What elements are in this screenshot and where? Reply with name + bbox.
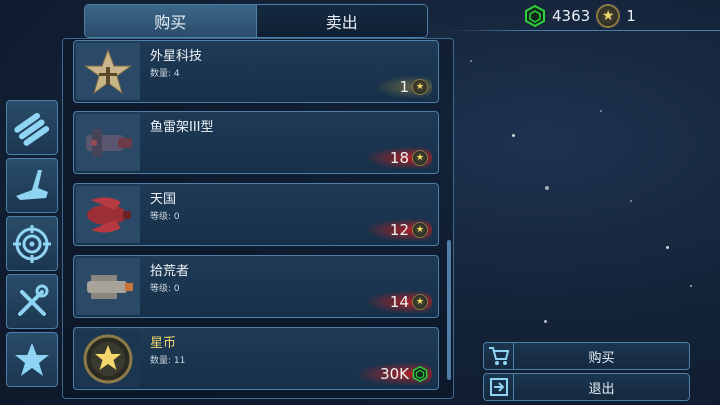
list-item[interactable]: 星币 数量: 11 30K (73, 327, 439, 390)
list-item[interactable]: 外星科技 数量: 4 1 ★ (73, 40, 439, 103)
star-coin-icon (76, 330, 140, 387)
category-targeting[interactable] (6, 216, 58, 271)
price-value: 30K (380, 365, 409, 383)
torpedo-launcher-icon (76, 114, 140, 171)
gem-count: 4363 (552, 7, 591, 25)
price-value: 14 (389, 293, 409, 311)
category-stars[interactable] (6, 332, 58, 387)
currency-display: 4363 ★ 1 (524, 4, 636, 28)
item-price: 18 ★ (367, 147, 432, 169)
star-count: 1 (626, 7, 636, 25)
gem-icon (412, 366, 428, 382)
price-value: 12 (389, 221, 409, 239)
item-price: 12 ★ (367, 219, 432, 241)
buy-button[interactable]: 购买 (483, 342, 690, 370)
category-tools[interactable] (6, 274, 58, 329)
item-name: 天国 (150, 192, 177, 207)
target-icon (13, 224, 51, 263)
list-item[interactable]: 拾荒者 等级: 0 14 ★ (73, 255, 439, 318)
exit-button-label: 退出 (588, 381, 615, 397)
item-name: 鱼雷架III型 (150, 120, 214, 135)
star-coin-icon: ★ (412, 79, 428, 95)
header-divider (448, 30, 720, 31)
item-name: 外星科技 (150, 49, 203, 64)
item-detail: 数量: 11 (150, 356, 186, 366)
star-coin-icon: ★ (412, 222, 428, 238)
red-ship-icon (76, 186, 140, 243)
cart-icon (484, 343, 514, 369)
star-coin-icon: ★ (412, 294, 428, 310)
buy-button-label: 购买 (588, 350, 615, 366)
scavenger-ship-icon (76, 258, 140, 315)
exit-icon (484, 374, 514, 400)
category-missiles[interactable] (6, 100, 58, 155)
exit-button[interactable]: 退出 (483, 373, 690, 401)
price-value: 18 (389, 149, 409, 167)
item-detail: 数量: 4 (150, 69, 180, 79)
category-ships[interactable] (6, 158, 58, 213)
tab-buy[interactable]: 购买 (85, 5, 256, 37)
item-name: 拾荒者 (150, 264, 190, 279)
item-name: 星币 (150, 336, 177, 351)
item-price: 1 ★ (377, 76, 432, 98)
gem-icon (525, 5, 545, 27)
tab-sell[interactable]: 卖出 (255, 5, 427, 37)
list-scrollbar[interactable] (447, 240, 451, 380)
ship-wing-icon (16, 169, 48, 200)
star-coin-icon: ★ (596, 4, 621, 28)
item-price: 30K (358, 363, 432, 385)
missiles-icon (14, 112, 50, 146)
alien-tech-badge-icon (76, 43, 140, 100)
star-coin-icon: ★ (412, 150, 428, 166)
item-price: 14 ★ (367, 291, 432, 313)
tools-icon (18, 284, 49, 316)
list-item[interactable]: 鱼雷架III型 18 ★ (73, 111, 439, 174)
item-detail: 等级: 0 (150, 212, 180, 222)
buy-sell-tabs: 购买 卖出 (84, 4, 428, 38)
list-item[interactable]: 天国 等级: 0 12 ★ (73, 183, 439, 246)
item-detail: 等级: 0 (150, 284, 180, 294)
price-value: 1 (399, 78, 409, 96)
star-icon (15, 342, 49, 376)
